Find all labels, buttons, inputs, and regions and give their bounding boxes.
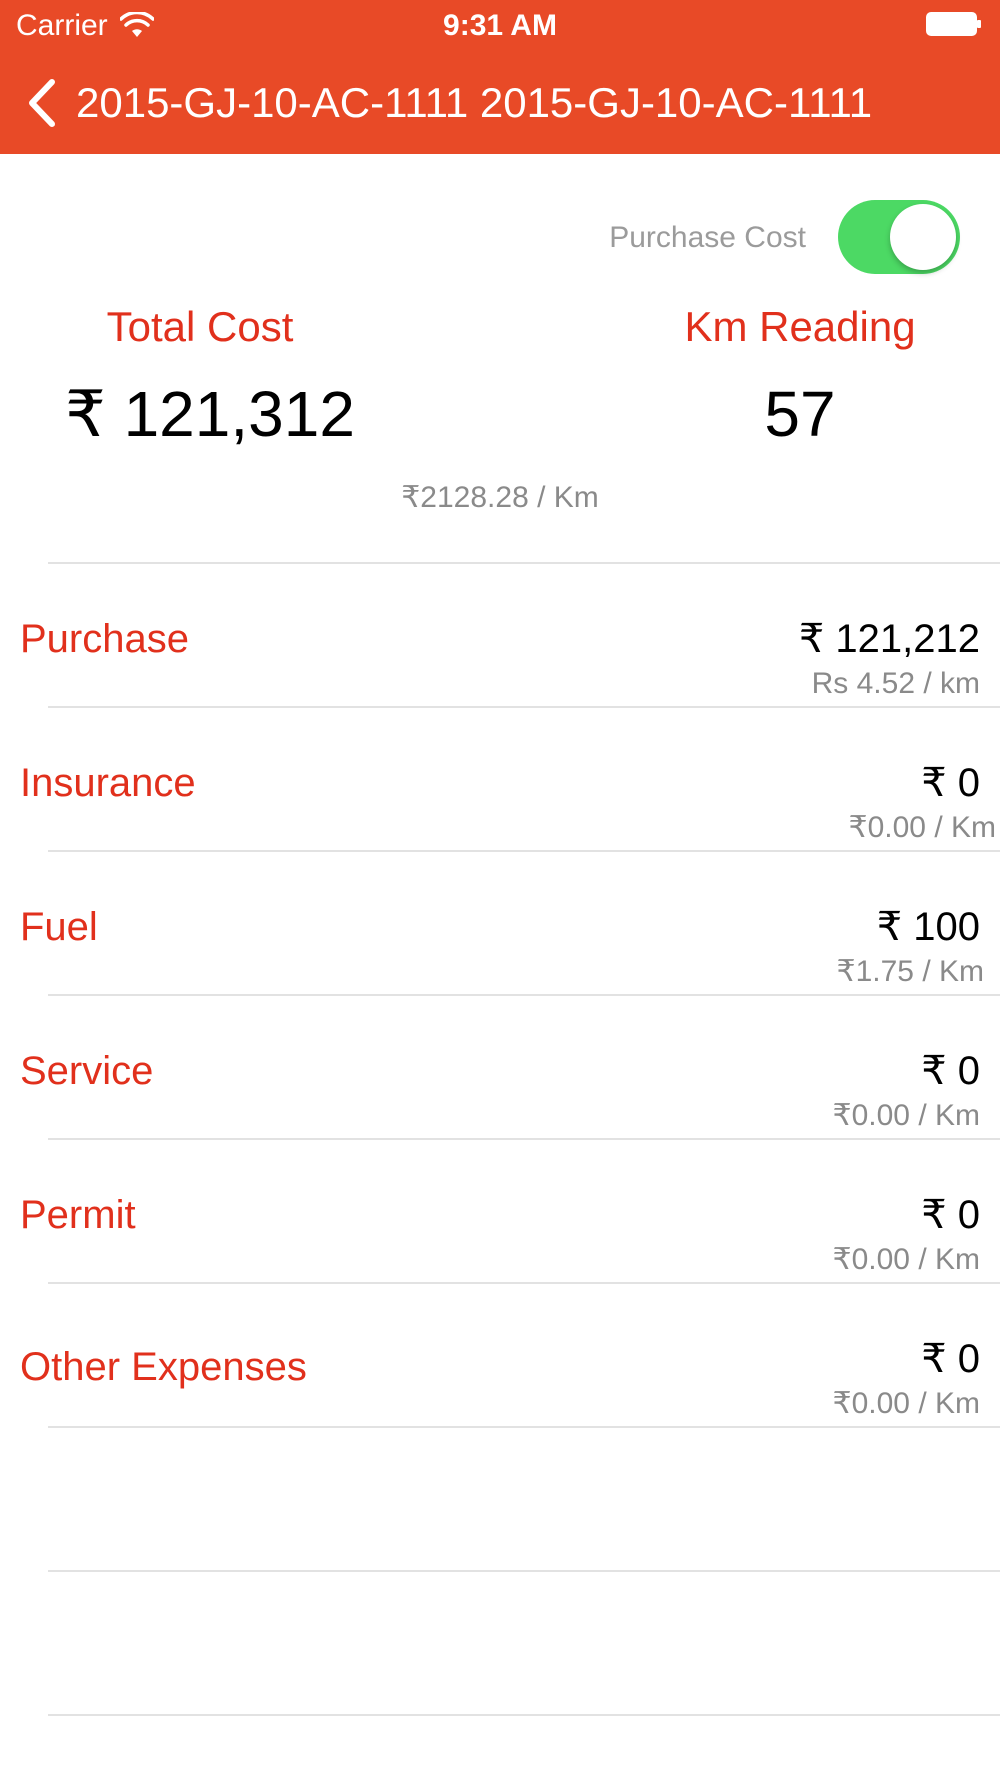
cost-row-permit[interactable]: Permit ₹ 0 ₹0.00 / Km — [0, 1138, 1000, 1282]
navigation-header: Carrier 9:31 AM 2015-GJ-10-AC-1111 2015-… — [0, 0, 1000, 154]
row-per-km: Rs 4.52 / km — [811, 667, 980, 700]
nav-title: 2015-GJ-10-AC-1111 2015-GJ-10-AC-1111 — [76, 79, 873, 126]
cost-row-purchase[interactable]: Purchase ₹ 121,212 Rs 4.52 / km — [0, 562, 1000, 706]
row-amount: ₹ 0 — [921, 1337, 980, 1381]
cost-row-other-expenses[interactable]: Other Expenses ₹ 0 ₹0.00 / Km — [0, 1282, 1000, 1426]
row-label: Service — [20, 1049, 154, 1093]
separator — [48, 1570, 1000, 1572]
purchase-cost-toggle[interactable] — [838, 200, 960, 274]
battery-icon — [926, 12, 981, 36]
km-reading-value: 57 — [764, 378, 836, 450]
total-cost-label: Total Cost — [106, 303, 294, 350]
row-amount: ₹ 0 — [921, 1193, 980, 1237]
row-label: Purchase — [20, 617, 189, 661]
row-amount: ₹ 121,212 — [798, 617, 980, 661]
row-per-km: ₹0.00 / Km — [848, 811, 996, 844]
toggle-knob — [890, 204, 956, 270]
row-label: Other Expenses — [20, 1345, 307, 1389]
row-per-km: ₹0.00 / Km — [832, 1387, 980, 1420]
row-amount: ₹ 0 — [921, 761, 980, 805]
purchase-cost-label: Purchase Cost — [609, 221, 806, 254]
back-chevron-icon[interactable] — [24, 78, 60, 128]
separator — [48, 1714, 1000, 1716]
km-reading-label: Km Reading — [684, 303, 916, 350]
cost-row-fuel[interactable]: Fuel ₹ 100 ₹1.75 / Km — [0, 850, 1000, 994]
row-label: Fuel — [20, 905, 98, 949]
status-time: 9:31 AM — [443, 9, 557, 42]
row-per-km: ₹1.75 / Km — [836, 955, 984, 988]
row-amount: ₹ 0 — [921, 1049, 980, 1093]
total-cost-value: ₹ 121,312 — [65, 378, 355, 450]
cost-row-service[interactable]: Service ₹ 0 ₹0.00 / Km — [0, 994, 1000, 1138]
row-label: Insurance — [20, 761, 196, 805]
row-per-km: ₹0.00 / Km — [832, 1099, 980, 1132]
row-label: Permit — [20, 1193, 136, 1237]
total-cost-per-km: ₹2128.28 / Km — [401, 481, 599, 514]
separator — [48, 1426, 1000, 1428]
row-per-km: ₹0.00 / Km — [832, 1243, 980, 1276]
row-amount: ₹ 100 — [876, 905, 980, 949]
cost-row-insurance[interactable]: Insurance ₹ 0 ₹0.00 / Km — [0, 706, 1000, 850]
